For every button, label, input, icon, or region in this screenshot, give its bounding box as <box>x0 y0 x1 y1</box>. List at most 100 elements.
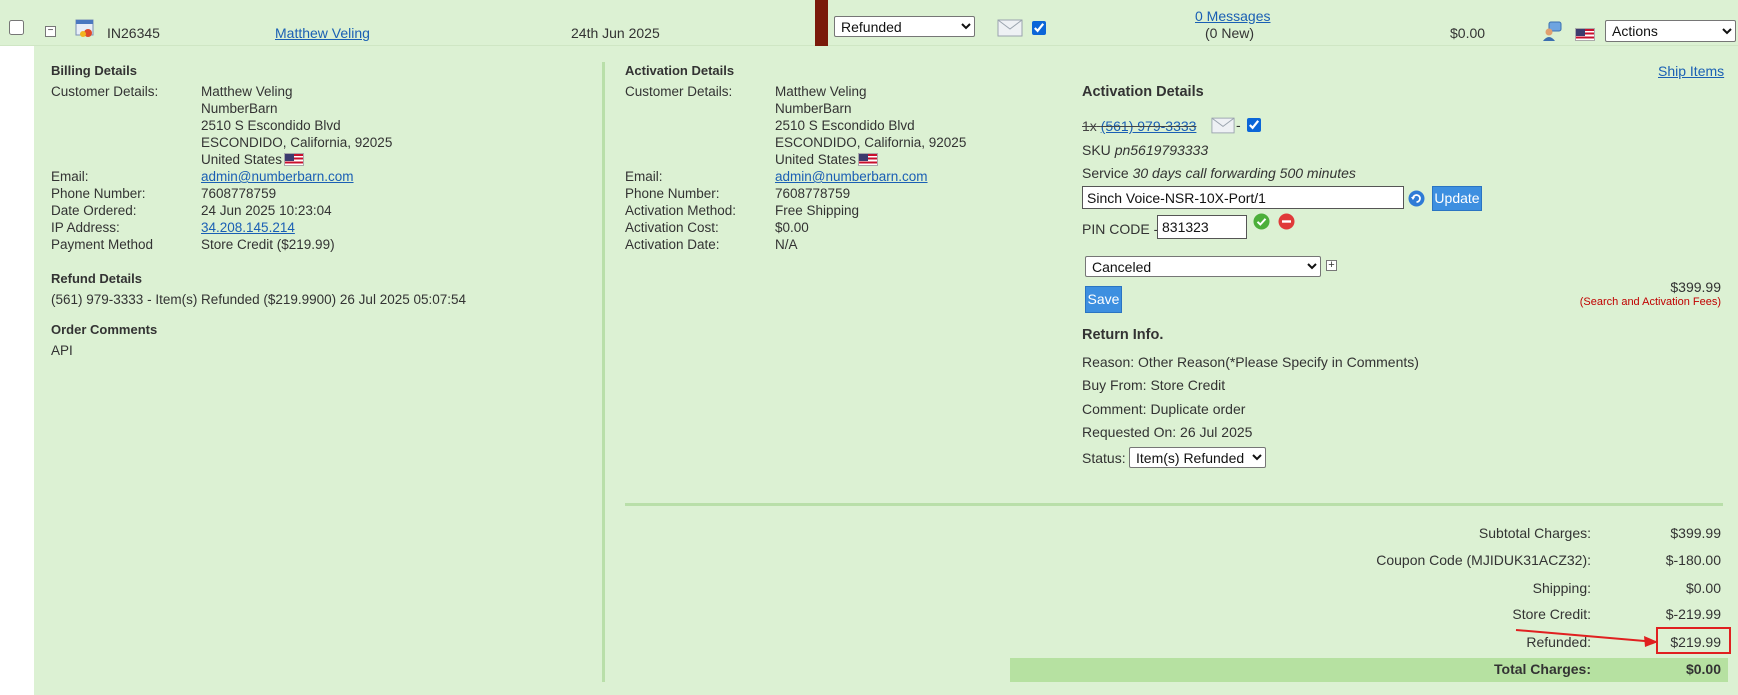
item-dash: - <box>1236 117 1241 133</box>
sku-line: SKU pn5619793333 <box>1082 142 1208 158</box>
return-status-label: Status: <box>1082 450 1126 466</box>
total-charges-bar <box>1010 658 1728 682</box>
activation-date-label: Activation Date: <box>625 237 720 252</box>
activation-city: ESCONDIDO, California, 92025 <box>775 135 967 150</box>
service-label: Service <box>1082 165 1129 181</box>
item-price: $399.99 <box>1670 279 1721 295</box>
sku-value: pn5619793333 <box>1114 142 1209 158</box>
activation-customer-label: Customer Details: <box>625 84 733 99</box>
order-id: IN26345 <box>107 25 160 41</box>
order-date: 24th Jun 2025 <box>571 25 660 41</box>
billing-country: United States <box>201 152 305 167</box>
activation-phone-label: Phone Number: <box>625 186 720 201</box>
date-ordered: 24 Jun 2025 10:23:04 <box>201 203 332 218</box>
billing-phone-label: Phone Number: <box>51 186 146 201</box>
order-row: − IN26345 Matthew Veling 24th Jun 2025 R… <box>0 0 1738 46</box>
totals-divider <box>625 503 1723 506</box>
return-buy-from: Buy From: Store Credit <box>1082 377 1226 393</box>
mail-icon[interactable] <box>1211 117 1235 134</box>
order-icon <box>75 19 94 37</box>
ship-items-link[interactable]: Ship Items <box>1658 63 1724 79</box>
coupon-value: $-180.00 <box>1665 552 1721 568</box>
messages-new-count: (0 New) <box>1205 25 1255 41</box>
activation-cost-label: Activation Cost: <box>625 220 719 235</box>
remove-icon[interactable] <box>1278 213 1295 230</box>
billing-country-text: United States <box>201 152 283 167</box>
billing-city: ESCONDIDO, California, 92025 <box>201 135 393 150</box>
service-value: 30 days call forwarding 500 minutes <box>1132 165 1356 181</box>
shipping-label: Shipping: <box>1532 580 1591 596</box>
item-activation-title: Activation Details <box>1082 84 1204 100</box>
item-checkbox[interactable] <box>1247 118 1261 132</box>
return-requested-on: Requested On: 26 Jul 2025 <box>1082 424 1253 440</box>
chat-user-icon[interactable] <box>1541 20 1563 42</box>
billing-street: 2510 S Escondido Blvd <box>201 118 341 133</box>
item-number-link[interactable]: (561) 979-3333 <box>1101 118 1197 134</box>
activation-phone: 7608778759 <box>775 186 851 201</box>
billing-company: NumberBarn <box>201 101 278 116</box>
row-select-checkbox[interactable] <box>9 20 24 35</box>
ip-link[interactable]: 34.208.145.214 <box>201 220 295 235</box>
activation-method-label: Activation Method: <box>625 203 737 218</box>
save-button[interactable]: Save <box>1085 286 1122 313</box>
item-line: 1x (561) 979-3333 <box>1082 118 1196 134</box>
billing-phone: 7608778759 <box>201 186 277 201</box>
pin-label: PIN CODE - <box>1082 221 1159 237</box>
subtotal-value: $399.99 <box>1670 525 1721 541</box>
refund-line: (561) 979-3333 - Item(s) Refunded ($219.… <box>51 292 467 307</box>
comments-title: Order Comments <box>51 322 158 337</box>
date-ordered-label: Date Ordered: <box>51 203 137 218</box>
return-info-title: Return Info. <box>1082 327 1164 343</box>
customer-link[interactable]: Matthew Veling <box>275 25 370 41</box>
mail-icon[interactable] <box>997 19 1023 37</box>
carrier-input[interactable] <box>1082 186 1404 209</box>
activation-company: NumberBarn <box>775 101 852 116</box>
item-status-select[interactable]: Canceled <box>1085 256 1321 277</box>
refresh-icon[interactable] <box>1408 190 1425 207</box>
item-qty: 1x <box>1082 118 1097 134</box>
activation-title: Activation Details <box>625 63 735 78</box>
activation-country-text: United States <box>775 152 857 167</box>
update-button[interactable]: Update <box>1432 186 1482 211</box>
check-icon[interactable] <box>1253 213 1270 230</box>
return-reason: Reason: Other Reason(*Please Specify in … <box>1082 354 1419 370</box>
refund-title: Refund Details <box>51 271 143 286</box>
activation-method: Free Shipping <box>775 203 860 218</box>
arrow-annotation <box>1515 627 1731 654</box>
order-status-select[interactable]: Refunded <box>834 16 975 37</box>
return-comment: Comment: Duplicate order <box>1082 401 1246 417</box>
actions-select[interactable]: Actions <box>1605 20 1736 42</box>
fee-note: (Search and Activation Fees) <box>1579 296 1721 308</box>
activation-email-link[interactable]: admin@numberbarn.com <box>775 169 928 184</box>
coupon-label: Coupon Code (MJIDUK31ACZ32): <box>1376 552 1591 568</box>
sku-label: SKU <box>1082 142 1111 158</box>
activation-cost: $0.00 <box>775 220 809 235</box>
billing-email-label: Email: <box>51 169 89 184</box>
messages-link[interactable]: 0 Messages <box>1195 8 1270 24</box>
billing-title: Billing Details <box>51 63 137 78</box>
expand-plus-icon[interactable]: + <box>1326 260 1337 271</box>
us-flag-icon <box>284 153 305 166</box>
activation-name: Matthew Veling <box>775 84 867 99</box>
collapse-icon[interactable]: − <box>45 26 56 37</box>
comments-text: API <box>51 343 73 358</box>
subtotal-label: Subtotal Charges: <box>1478 525 1591 541</box>
shipping-value: $0.00 <box>1685 580 1721 596</box>
billing-email-link[interactable]: admin@numberbarn.com <box>201 169 354 184</box>
notify-checkbox[interactable] <box>1032 21 1046 35</box>
total-charges-value: $0.00 <box>1685 661 1721 677</box>
us-flag-icon <box>858 153 879 166</box>
total-charges-label: Total Charges: <box>1494 661 1591 677</box>
activation-date: N/A <box>775 237 798 252</box>
service-line: Service 30 days call forwarding 500 minu… <box>1082 165 1356 181</box>
pin-input[interactable] <box>1157 215 1247 239</box>
payment-method: Store Credit ($219.99) <box>201 237 335 252</box>
activation-country: United States <box>775 152 879 167</box>
ip-label: IP Address: <box>51 220 120 235</box>
order-amount: $0.00 <box>1450 25 1486 41</box>
status-color-strip <box>815 0 828 46</box>
return-status-select[interactable]: Item(s) Refunded <box>1129 447 1266 468</box>
activation-email-label: Email: <box>625 169 663 184</box>
billing-name: Matthew Veling <box>201 84 293 99</box>
activation-street: 2510 S Escondido Blvd <box>775 118 915 133</box>
